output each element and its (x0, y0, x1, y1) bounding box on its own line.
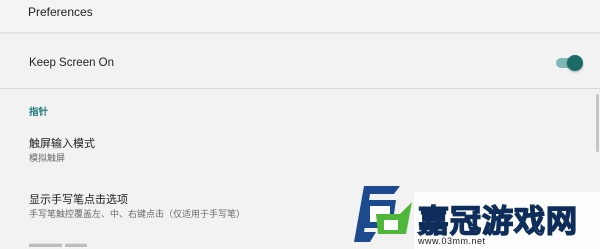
watermark: 嘉冠游戏网 www.03mm.net (350, 184, 600, 249)
item-title: 显示手写笔点击选项 (29, 194, 128, 206)
section-header-pointer: 指针 (29, 107, 49, 118)
keep-screen-on-toggle[interactable] (554, 55, 584, 71)
watermark-logo-icon (354, 186, 412, 242)
keep-screen-on-label: Keep Screen On (29, 57, 115, 69)
scrollbar[interactable] (596, 94, 599, 152)
page-title: Preferences (28, 5, 93, 19)
app-bar: Preferences (0, 0, 600, 32)
touch-input-mode-item[interactable]: 触屏输入模式 模拟触屏 (29, 138, 95, 164)
watermark-url: www.03mm.net (418, 236, 486, 246)
keep-screen-on-row[interactable]: Keep Screen On (0, 44, 600, 82)
toggle-thumb (567, 55, 583, 71)
partially-visible-item: ▬▬▬ ▬▬ (29, 238, 88, 249)
watermark-brand: 嘉冠游戏网 (417, 203, 578, 240)
item-summary: 手写笔触控覆盖左、中、右键点击（仅适用于手写笔） (29, 209, 246, 219)
show-stylus-click-options-item[interactable]: 显示手写笔点击选项 手写笔触控覆盖左、中、右键点击（仅适用于手写笔） (29, 194, 245, 220)
item-summary: 模拟触屏 (29, 153, 66, 163)
divider (0, 88, 600, 89)
watermark-text-box: 嘉冠游戏网 www.03mm.net (414, 192, 600, 249)
item-title: 触屏输入模式 (29, 138, 95, 150)
